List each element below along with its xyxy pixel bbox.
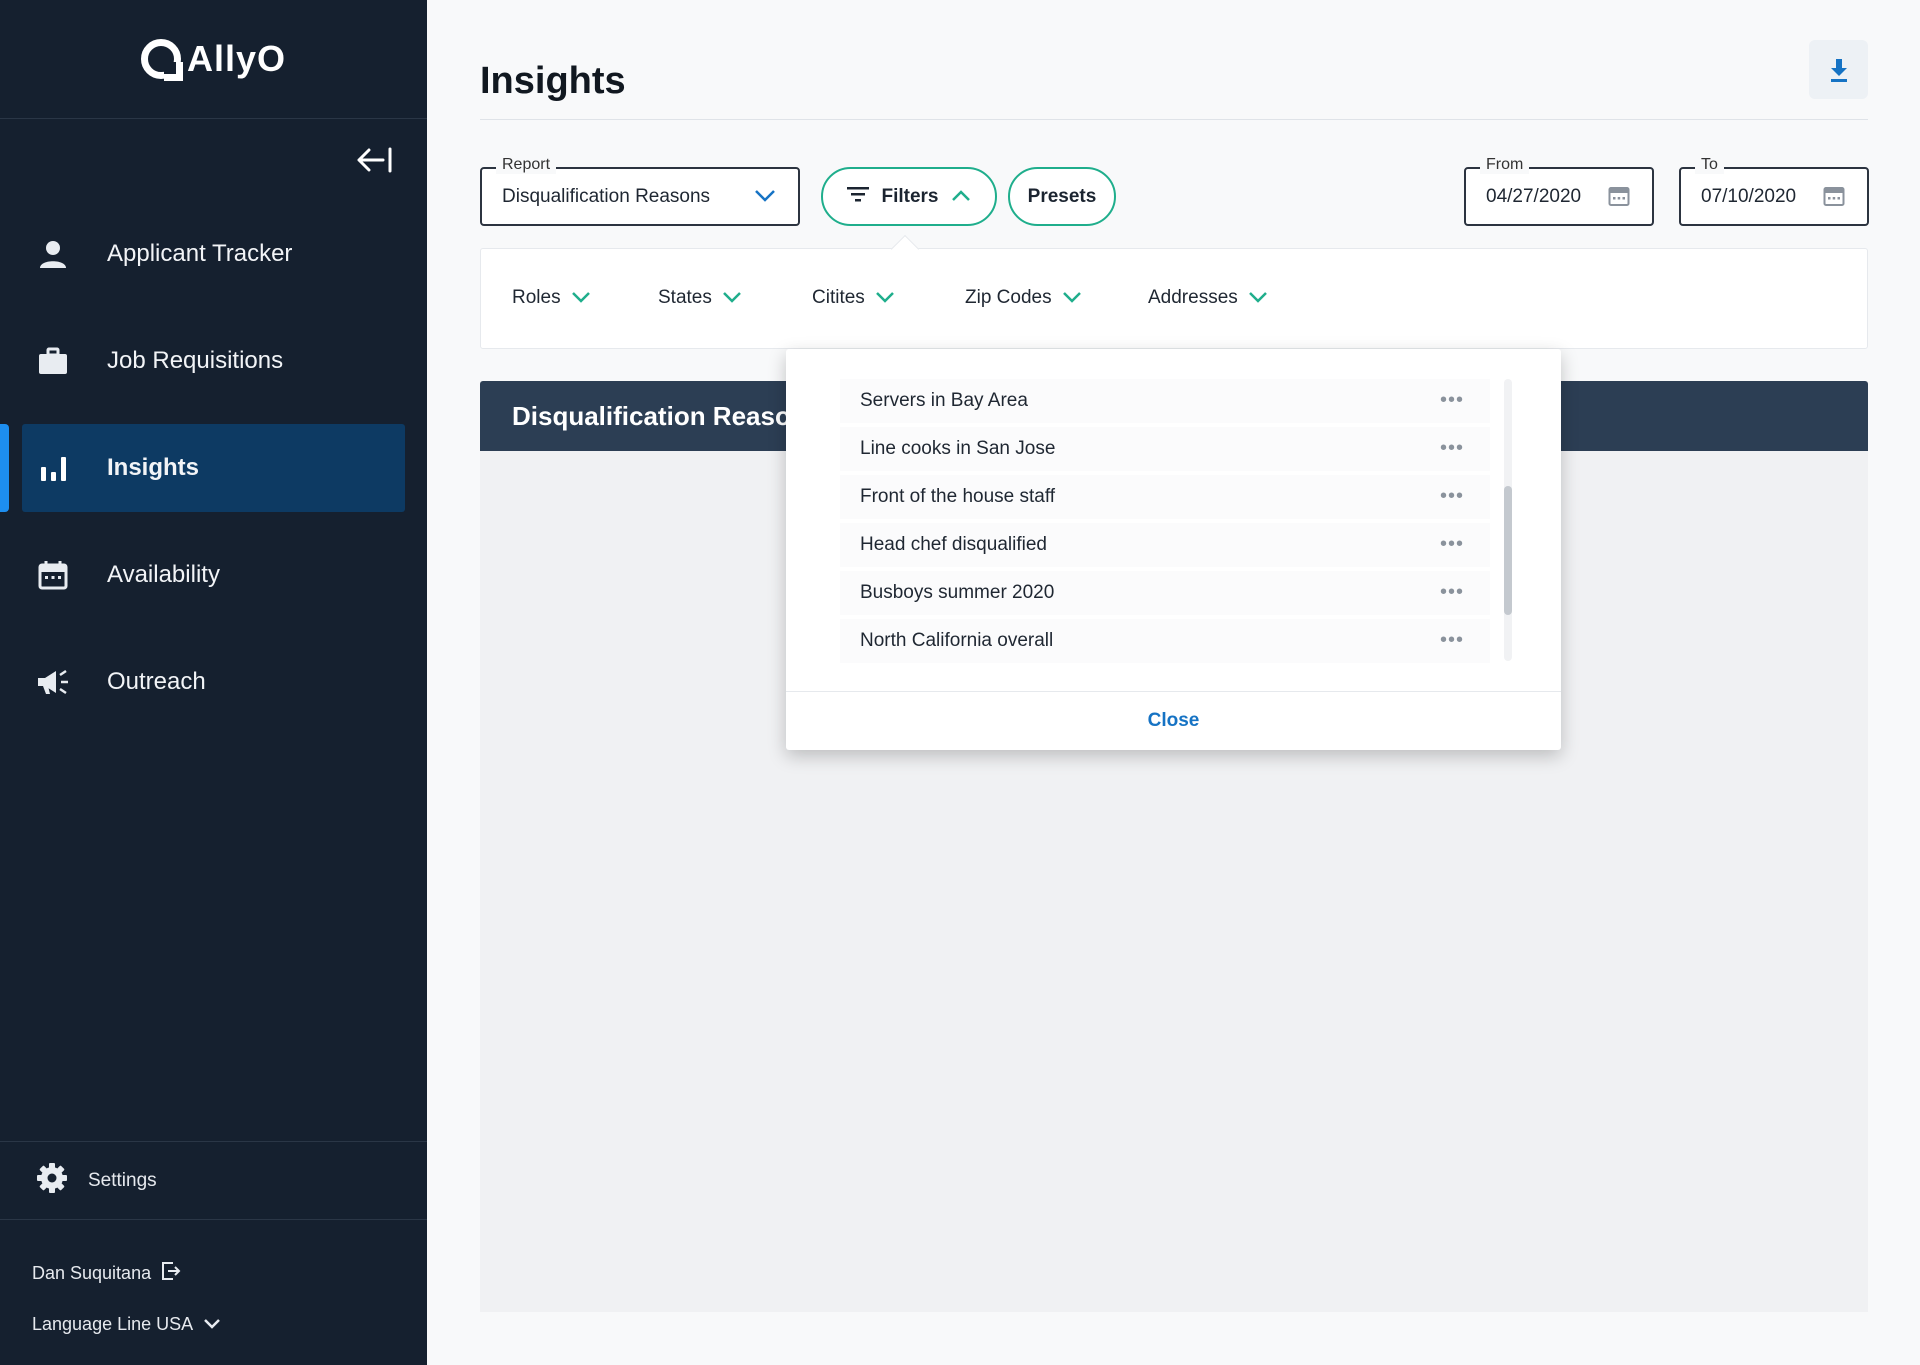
- sidebar-item-label: Insights: [107, 454, 200, 481]
- filters-button[interactable]: Filters: [821, 167, 997, 226]
- filter-label: Citites: [812, 287, 865, 308]
- allyo-logo-icon: [140, 39, 181, 79]
- more-options-icon[interactable]: •••: [1440, 629, 1464, 652]
- chevron-down-icon: [875, 287, 895, 309]
- preset-list: Servers in Bay Area ••• Line cooks in San…: [840, 379, 1490, 667]
- from-date-value: 04/27/2020: [1486, 186, 1582, 207]
- chevron-down-icon: [571, 287, 591, 309]
- report-select-value: Disqualification Reasons: [502, 186, 711, 207]
- filter-label: Addresses: [1148, 287, 1238, 308]
- active-indicator: [0, 424, 9, 512]
- chevron-down-icon: [1248, 287, 1268, 309]
- preset-label: Line cooks in San Jose: [860, 438, 1056, 459]
- sidebar-item-insights[interactable]: Insights: [0, 424, 405, 512]
- more-options-icon[interactable]: •••: [1440, 533, 1464, 556]
- presets-label: Presets: [1027, 185, 1097, 207]
- user-logout[interactable]: Dan Suquitana: [32, 1261, 181, 1286]
- filter-zip-codes[interactable]: Zip Codes: [965, 287, 1082, 309]
- person-icon: [36, 237, 70, 271]
- report-select-label: Report: [496, 156, 557, 174]
- to-date-field[interactable]: To 07/10/2020: [1679, 156, 1869, 226]
- preset-item[interactable]: Busboys summer 2020 •••: [840, 571, 1490, 615]
- divider: [480, 119, 1868, 120]
- preset-item[interactable]: Line cooks in San Jose •••: [840, 427, 1490, 471]
- gear-icon: [36, 1162, 68, 1199]
- more-options-icon[interactable]: •••: [1440, 485, 1464, 508]
- sidebar-item-outreach[interactable]: Outreach: [0, 638, 427, 726]
- presets-button[interactable]: Presets: [1008, 167, 1116, 226]
- preset-label: Front of the house staff: [860, 486, 1056, 507]
- chevron-down-icon: [1062, 287, 1082, 309]
- user-name: Dan Suquitana: [32, 1263, 152, 1283]
- preset-scrollbar[interactable]: [1504, 379, 1512, 661]
- download-button[interactable]: [1809, 40, 1868, 99]
- preset-item[interactable]: Front of the house staff •••: [840, 475, 1490, 519]
- chevron-down-icon: [722, 287, 742, 309]
- from-date-label: From: [1480, 156, 1530, 174]
- filter-addresses[interactable]: Addresses: [1148, 287, 1268, 309]
- chevron-down-icon: [754, 189, 776, 208]
- preset-item[interactable]: Servers in Bay Area •••: [840, 379, 1490, 423]
- filter-label: States: [658, 287, 712, 308]
- filters-label: Filters: [881, 185, 939, 207]
- sidebar-item-label: Availability: [107, 561, 220, 588]
- main-content: Insights Report Disqualification Reasons…: [427, 0, 1920, 1365]
- page-title: Insights: [480, 60, 626, 102]
- sidebar-item-applicant-tracker[interactable]: Applicant Tracker: [0, 210, 427, 298]
- arrow-left-bar-icon: [357, 147, 392, 173]
- divider: [786, 691, 1561, 692]
- sidebar-item-label: Outreach: [107, 668, 206, 695]
- calendar-icon: [36, 558, 70, 592]
- filter-roles[interactable]: Roles: [512, 287, 591, 309]
- logo-text: AllyO: [186, 38, 287, 79]
- settings-button[interactable]: Settings: [0, 1142, 427, 1220]
- filter-label: Zip Codes: [965, 287, 1052, 308]
- preset-item[interactable]: Head chef disqualified •••: [840, 523, 1490, 567]
- preset-label: North California overall: [860, 630, 1054, 651]
- chevron-down-icon: [203, 1314, 221, 1335]
- close-button[interactable]: Close: [786, 710, 1561, 732]
- to-date-label: To: [1695, 156, 1724, 174]
- filter-bar: Roles States Citites Zip Codes Addresses: [480, 248, 1868, 349]
- sidebar-item-job-requisitions[interactable]: Job Requisitions: [0, 317, 427, 405]
- filter-label: Roles: [512, 287, 561, 308]
- sidebar-footer: Settings Dan Suquitana Language Line USA: [0, 1141, 427, 1334]
- preset-label: Head chef disqualified: [860, 534, 1047, 555]
- sidebar-nav: Applicant Tracker Job Requisitions Insig…: [0, 210, 427, 745]
- more-options-icon[interactable]: •••: [1440, 437, 1464, 460]
- to-date-value: 07/10/2020: [1701, 186, 1797, 207]
- preset-label: Busboys summer 2020: [860, 582, 1055, 603]
- logo[interactable]: AllyO: [0, 0, 427, 119]
- megaphone-icon: [36, 665, 70, 699]
- sidebar-item-availability[interactable]: Availability: [0, 531, 427, 619]
- settings-label: Settings: [88, 1169, 157, 1191]
- presets-popover: Servers in Bay Area ••• Line cooks in San…: [786, 349, 1561, 750]
- collapse-sidebar-button[interactable]: [355, 145, 393, 175]
- from-date-field[interactable]: From 04/27/2020: [1464, 156, 1654, 226]
- sidebar-item-label: Applicant Tracker: [107, 240, 293, 267]
- logout-icon[interactable]: [161, 1261, 181, 1286]
- more-options-icon[interactable]: •••: [1440, 389, 1464, 412]
- chevron-up-icon: [951, 186, 971, 208]
- sidebar-item-label: Job Requisitions: [107, 347, 284, 374]
- filter-cities[interactable]: Citites: [812, 287, 895, 309]
- report-title: Disqualification Reasons: [512, 401, 822, 431]
- org-switcher[interactable]: Language Line USA: [32, 1314, 221, 1335]
- org-name: Language Line USA: [32, 1314, 194, 1334]
- more-options-icon[interactable]: •••: [1440, 581, 1464, 604]
- scrollbar-thumb[interactable]: [1504, 486, 1512, 615]
- briefcase-icon: [36, 344, 70, 378]
- preset-item[interactable]: North California overall •••: [840, 619, 1490, 663]
- sidebar: AllyO Applicant Tracker Job Requisitions…: [0, 0, 427, 1365]
- calendar-icon[interactable]: [1823, 185, 1845, 212]
- report-select[interactable]: Report Disqualification Reasons: [480, 156, 800, 226]
- bar-chart-icon: [36, 451, 70, 485]
- filter-states[interactable]: States: [658, 287, 742, 309]
- download-icon: [1830, 58, 1847, 82]
- filter-lines-icon: [847, 186, 870, 208]
- calendar-icon[interactable]: [1608, 185, 1630, 212]
- preset-label: Servers in Bay Area: [860, 390, 1028, 411]
